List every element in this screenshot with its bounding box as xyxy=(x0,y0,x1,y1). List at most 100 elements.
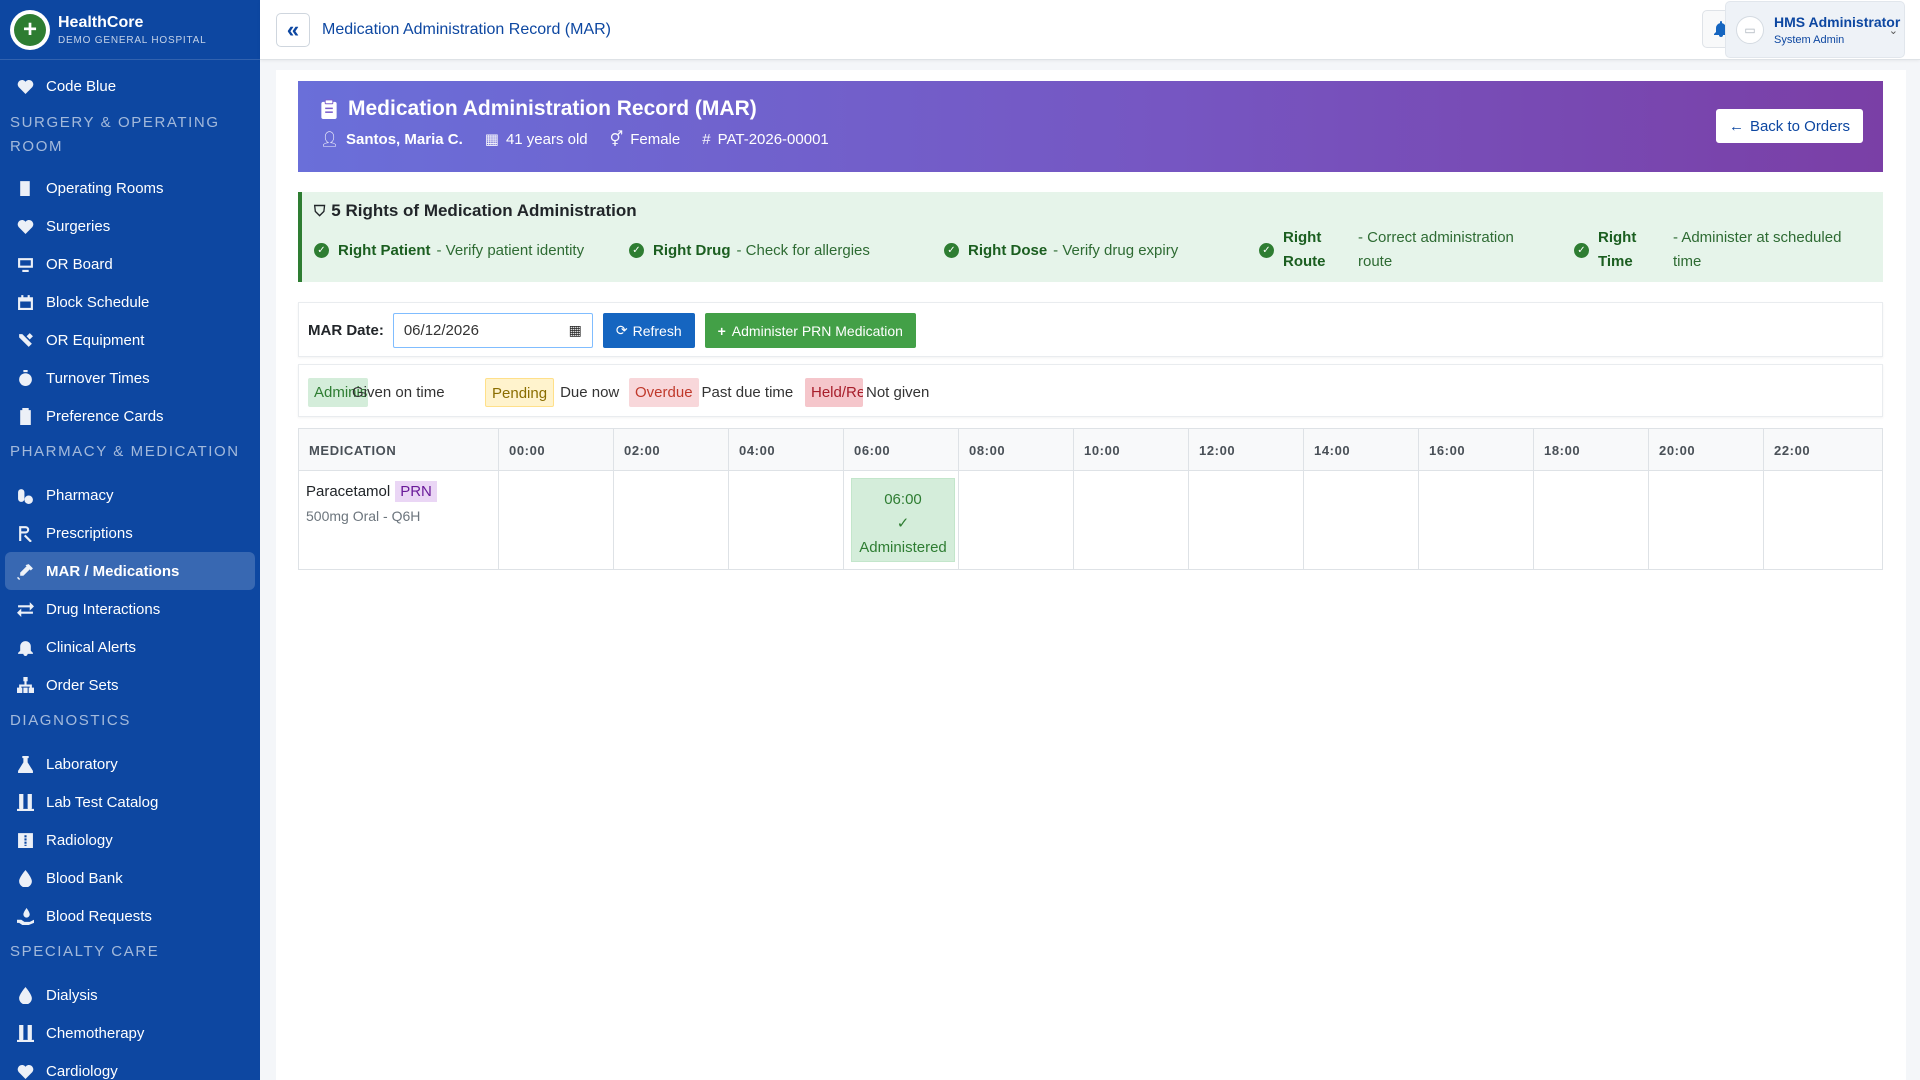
sidebar-section-header: SPECIALTY CARE xyxy=(10,943,160,960)
sidebar-item-blood-requests[interactable]: Blood Requests xyxy=(5,897,255,935)
brand[interactable]: + HealthCore DEMO GENERAL HOSPITAL xyxy=(0,0,260,60)
sidebar-item-drug-interactions[interactable]: Drug Interactions xyxy=(5,590,255,628)
stopwatch-icon xyxy=(15,369,35,387)
sidebar-section-header: DIAGNOSTICS xyxy=(10,712,131,729)
hospital-logo-icon: + xyxy=(10,9,50,50)
sidebar-item-label: OR Equipment xyxy=(46,331,145,349)
sidebar-item-block-schedule[interactable]: Block Schedule xyxy=(5,283,255,321)
hour-cell[interactable] xyxy=(1074,471,1189,569)
hour-cell[interactable] xyxy=(499,471,614,569)
vials-icon xyxy=(15,793,35,811)
five-rights-panel: ⛉ 5 Rights of Medication Administration … xyxy=(298,192,1883,282)
medication-column-header: MEDICATION xyxy=(299,429,499,470)
sidebar-item-prescriptions[interactable]: Prescriptions xyxy=(5,514,255,552)
sidebar-item-label: Drug Interactions xyxy=(46,600,161,618)
hour-column-header: 04:00 xyxy=(729,429,844,470)
check-circle-icon: ✓ xyxy=(629,242,644,258)
right-key: Right Route xyxy=(1283,229,1326,270)
sidebar: + HealthCore DEMO GENERAL HOSPITAL Code … xyxy=(0,0,260,1080)
administer-prn-button[interactable]: + Administer PRN Medication xyxy=(704,313,916,348)
sidebar-nav: Code Blue SURGERY & OPERATING ROOM Operati… xyxy=(0,60,260,1080)
sidebar-item-dialysis[interactable]: Dialysis xyxy=(5,976,255,1014)
sidebar-item-lab-test-catalog[interactable]: Lab Test Catalog xyxy=(5,783,255,821)
hour-cell[interactable] xyxy=(1304,471,1419,569)
sidebar-item-code-blue[interactable]: Code Blue xyxy=(5,67,255,105)
legend-pending: Pending Due now xyxy=(485,378,619,407)
legend-chip-held: Held/Refused xyxy=(805,378,863,407)
sidebar-item-preference-cards[interactable]: Preference Cards xyxy=(5,397,255,435)
legend-overdue: Overdue Past due time xyxy=(629,378,793,407)
patient-name: Santos, Maria C. xyxy=(346,130,463,148)
hour-cell[interactable] xyxy=(1189,471,1304,569)
sidebar-item-label: Preference Cards xyxy=(46,407,164,425)
hour-cell[interactable] xyxy=(1534,471,1649,569)
collapse-sidebar-button[interactable]: « xyxy=(276,12,310,47)
hour-column-header: 18:00 xyxy=(1534,429,1649,470)
sidebar-item-chemotherapy[interactable]: Chemotherapy xyxy=(5,1014,255,1052)
back-to-orders-label: Back to Orders xyxy=(1749,117,1850,135)
right-key: Right Dose xyxy=(968,241,1048,259)
hour-column-header: 12:00 xyxy=(1189,429,1304,470)
sidebar-item-label: Laboratory xyxy=(46,755,118,773)
sidebar-item-radiology[interactable]: Radiology xyxy=(5,821,255,859)
hour-cell[interactable] xyxy=(959,471,1074,569)
mar-grid: MEDICATION 00:00 02:00 04:00 06:00 08:00 10:0… xyxy=(298,428,1883,570)
sidebar-item-label: Lab Test Catalog xyxy=(46,793,159,811)
sidebar-item-label: Code Blue xyxy=(46,77,117,95)
hour-cell[interactable] xyxy=(1764,471,1879,569)
sidebar-item-mar-medications[interactable]: MAR / Medications xyxy=(5,552,255,590)
hour-column-header: 14:00 xyxy=(1304,429,1419,470)
hashtag-icon: # xyxy=(702,130,711,148)
sidebar-section-header: PHARMACY & MEDICATION xyxy=(10,443,240,460)
mar-date-input[interactable]: 06/12/2026 ▦ xyxy=(392,313,593,348)
dose-time: 06:00 xyxy=(884,491,922,508)
sidebar-item-pharmacy[interactable]: Pharmacy xyxy=(5,476,255,514)
sidebar-item-order-sets[interactable]: Order Sets xyxy=(5,666,255,704)
sidebar-item-clinical-alerts[interactable]: Clinical Alerts xyxy=(5,628,255,666)
sidebar-item-label: Surgeries xyxy=(46,217,111,235)
pills-icon xyxy=(15,487,35,504)
hour-cell[interactable] xyxy=(614,471,729,569)
user-name: HMS Administrator xyxy=(1774,13,1901,30)
check-circle-icon: ✓ xyxy=(944,242,959,258)
sidebar-item-laboratory[interactable]: Laboratory xyxy=(5,745,255,783)
right-desc: - Correct administration route xyxy=(1358,229,1514,270)
hour-cell[interactable]: 06:00 ✓ Administered xyxy=(844,471,959,569)
hour-cell[interactable] xyxy=(1419,471,1534,569)
monitor-icon xyxy=(15,256,35,273)
check-circle-icon: ✓ xyxy=(314,242,329,258)
hour-cell[interactable] xyxy=(729,471,844,569)
sidebar-item-or-board[interactable]: OR Board xyxy=(5,245,255,283)
flask-icon xyxy=(15,755,35,773)
sidebar-item-turnover-times[interactable]: Turnover Times xyxy=(5,359,255,397)
xray-icon xyxy=(15,832,35,849)
syringe-icon xyxy=(15,563,35,580)
right-item: ✓ Right Route - Correct administration rou… xyxy=(1259,225,1539,275)
tools-icon xyxy=(15,332,35,349)
shield-icon: ⛉ xyxy=(314,202,326,220)
sidebar-item-blood-bank[interactable]: Blood Bank xyxy=(5,859,255,897)
user-menu[interactable]: ▭ HMS Administrator System Admin ⌄ xyxy=(1725,1,1905,58)
user-role: System Admin xyxy=(1774,33,1845,46)
status-legend: Administered Given on time Pending Due n… xyxy=(298,364,1883,417)
bell-icon xyxy=(15,639,35,656)
rights-list: ✓ Right Patient - Verify patient identity ✓… xyxy=(314,225,1871,275)
right-desc: - Check for allergies xyxy=(736,241,870,259)
hour-column-header: 00:00 xyxy=(499,429,614,470)
sidebar-section-header: SURGERY & OPERATING ROOM xyxy=(10,114,220,155)
calendar-icon[interactable]: ▦ xyxy=(569,322,582,339)
refresh-button[interactable]: ⟳ Refresh xyxy=(602,313,695,348)
hour-cell[interactable] xyxy=(1649,471,1764,569)
sidebar-item-surgeries[interactable]: Surgeries xyxy=(5,207,255,245)
sidebar-item-operating-rooms[interactable]: Operating Rooms xyxy=(5,169,255,207)
sidebar-item-or-equipment[interactable]: OR Equipment xyxy=(5,321,255,359)
mar-date-value: 06/12/2026 xyxy=(403,322,479,339)
sidebar-item-cardiology[interactable]: Cardiology xyxy=(5,1052,255,1080)
chevron-down-icon: ⌄ xyxy=(1888,25,1898,37)
dose-status: Administered xyxy=(859,539,947,556)
administered-dose-cell[interactable]: 06:00 ✓ Administered xyxy=(851,478,955,562)
hour-column-header: 06:00 xyxy=(844,429,959,470)
back-to-orders-button[interactable]: ← Back to Orders xyxy=(1715,109,1863,143)
right-desc: - Administer at scheduled time xyxy=(1673,229,1842,270)
user-icon: 👤︎ xyxy=(320,131,340,148)
